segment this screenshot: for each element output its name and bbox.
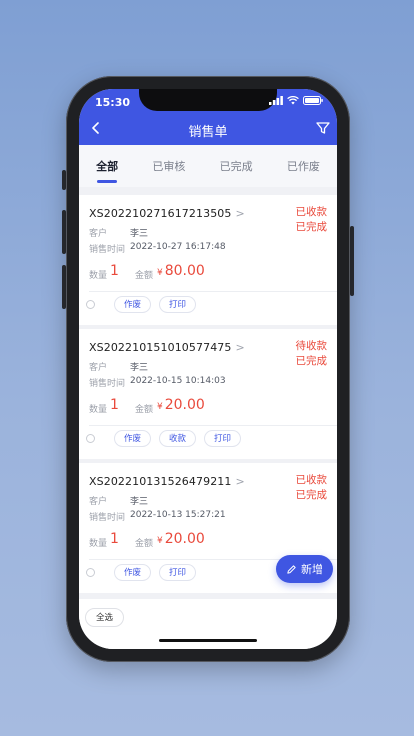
phone-screen: 15:30 销售单 全部 已审核 已完成 已作废 XS2022102716172… (79, 89, 337, 649)
order-number-text: XS202210131526479211 (89, 475, 232, 488)
amount-number: 80.00 (164, 263, 205, 279)
completion-status: 已完成 (295, 489, 328, 501)
order-number[interactable]: XS202210151010577475 > (89, 341, 245, 354)
print-button[interactable]: 打印 (204, 430, 242, 447)
print-button[interactable]: 打印 (159, 564, 197, 581)
payment-status: 已收款 (295, 474, 328, 486)
filter-icon[interactable] (315, 120, 331, 136)
add-new-label: 新增 (301, 563, 323, 576)
divider (89, 425, 337, 426)
quantity-value: 1 (110, 263, 119, 279)
customer-label: 客户 (89, 363, 108, 373)
order-number-text: XS202210271617213505 (89, 207, 232, 220)
order-status: 已收款 已完成 (296, 473, 328, 503)
quantity-label: 数量 (89, 405, 108, 415)
order-status: 已收款 已完成 (296, 205, 328, 235)
status-time: 15:30 (95, 96, 131, 109)
select-radio[interactable] (86, 434, 95, 443)
notch (139, 89, 277, 111)
phone-frame: 15:30 销售单 全部 已审核 已完成 已作废 XS2022102716172… (66, 76, 350, 662)
order-number[interactable]: XS202210271617213505 > (89, 207, 245, 220)
amount-label: 金额 (135, 539, 154, 549)
customer-label: 客户 (89, 497, 108, 507)
print-button[interactable]: 打印 (159, 296, 197, 313)
sale-time-label: 销售时间 (89, 379, 126, 389)
payment-status: 待收款 (295, 340, 328, 352)
sale-time-value: 2022-10-15 10:14:03 (130, 376, 226, 386)
status-icons (269, 96, 323, 105)
collect-payment-button[interactable]: 收款 (159, 430, 197, 447)
currency-symbol: ¥ (157, 536, 163, 546)
select-radio[interactable] (86, 300, 95, 309)
tab-bar: 全部 已审核 已完成 已作废 (79, 145, 337, 187)
amount-number: 20.00 (164, 531, 205, 547)
chevron-right-icon: > (235, 475, 245, 488)
void-button[interactable]: 作废 (114, 296, 152, 313)
wifi-icon (287, 96, 299, 105)
completion-status: 已完成 (295, 355, 328, 367)
quantity-label: 数量 (89, 539, 108, 549)
customer-value: 李三 (130, 229, 149, 239)
tab-all[interactable]: 全部 (94, 158, 120, 183)
order-card[interactable]: XS202210151010577475 > 待收款 已完成 客户 李三 销售时间… (79, 329, 337, 459)
currency-symbol: ¥ (157, 402, 163, 412)
amount-number: 20.00 (164, 397, 205, 413)
battery-icon (303, 96, 323, 105)
quantity-value: 1 (110, 397, 119, 413)
customer-value: 李三 (130, 497, 149, 507)
tab-voided[interactable]: 已作废 (285, 158, 322, 174)
chevron-right-icon: > (235, 341, 245, 354)
amount-value: ¥20.00 (157, 397, 205, 413)
order-card[interactable]: XS202210271617213505 > 已收款 已完成 客户 李三 销售时间… (79, 195, 337, 325)
pencil-icon (287, 564, 296, 574)
void-button[interactable]: 作废 (114, 564, 152, 581)
chevron-right-icon: > (235, 207, 245, 220)
quantity-label: 数量 (89, 271, 108, 281)
tab-completed[interactable]: 已完成 (218, 158, 255, 174)
page-title: 销售单 (188, 125, 228, 140)
currency-symbol: ¥ (157, 268, 163, 278)
customer-value: 李三 (130, 363, 149, 373)
signal-icon (269, 96, 283, 105)
select-all-button[interactable]: 全选 (85, 608, 125, 627)
home-indicator (159, 639, 257, 642)
amount-label: 金额 (135, 405, 154, 415)
order-number[interactable]: XS202210131526479211 > (89, 475, 245, 488)
divider (89, 291, 337, 292)
void-button[interactable]: 作废 (114, 430, 152, 447)
sale-time-value: 2022-10-27 16:17:48 (130, 242, 226, 252)
power-button (350, 226, 354, 296)
amount-value: ¥20.00 (157, 531, 205, 547)
payment-status: 已收款 (295, 206, 328, 218)
order-status: 待收款 已完成 (296, 339, 328, 369)
amount-label: 金额 (135, 271, 154, 281)
quantity-value: 1 (110, 531, 119, 547)
select-radio[interactable] (86, 568, 95, 577)
customer-label: 客户 (89, 229, 108, 239)
sale-time-label: 销售时间 (89, 245, 126, 255)
app-header: 15:30 销售单 (79, 89, 337, 145)
add-new-button[interactable]: 新增 (276, 555, 333, 583)
completion-status: 已完成 (295, 221, 328, 233)
tab-reviewed[interactable]: 已审核 (150, 158, 187, 174)
amount-value: ¥80.00 (157, 263, 205, 279)
order-number-text: XS202210151010577475 (89, 341, 232, 354)
bottom-bar: 全选 (79, 599, 337, 649)
sale-time-value: 2022-10-13 15:27:21 (130, 510, 226, 520)
sale-time-label: 销售时间 (89, 513, 126, 523)
